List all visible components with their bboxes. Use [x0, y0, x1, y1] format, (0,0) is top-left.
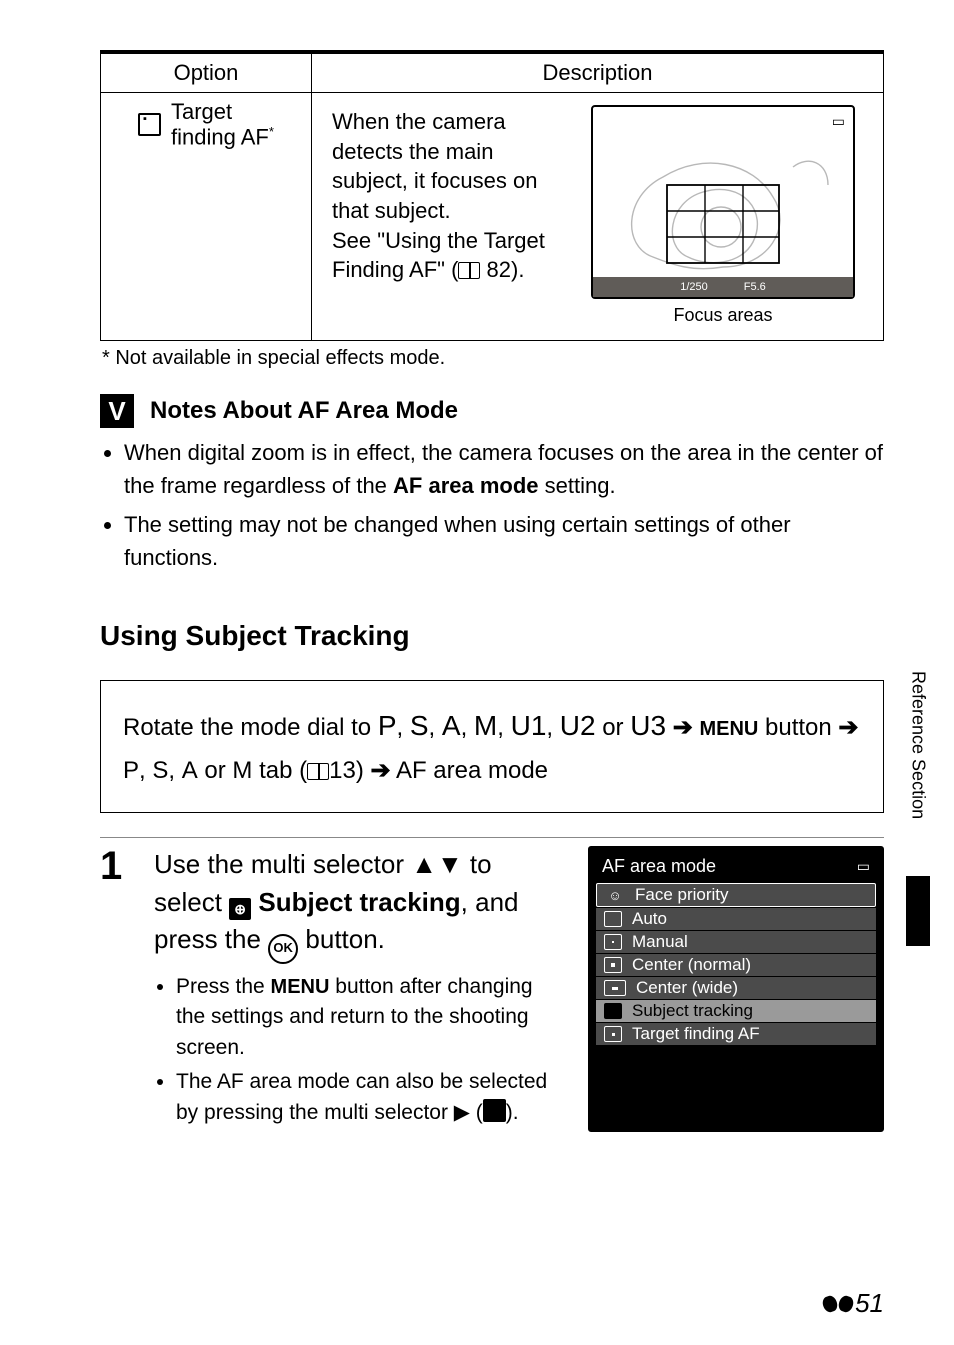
menu-item-label: Center (wide)	[636, 978, 738, 998]
af-area-mode-menu: AF area mode ▭ ☺Face priorityAuto Manual C…	[588, 846, 884, 1132]
col-description: Description	[312, 52, 884, 93]
lcd-illustration: ▭	[591, 105, 855, 299]
shutter-value: 1/250	[680, 281, 708, 293]
menu-item-label: Face priority	[635, 885, 729, 905]
page-ornament-icon	[839, 1293, 855, 1315]
book-icon	[458, 262, 480, 279]
option-label-1: Target	[171, 99, 232, 124]
arrow-icon: ➔	[673, 714, 700, 741]
desc-line1: When the camera detects the main subject…	[332, 109, 537, 223]
desc-line2b: 82).	[480, 257, 524, 282]
ok-button-icon: OK	[268, 934, 298, 964]
sd-card-icon: ▭	[857, 858, 870, 875]
option-label-2: finding AF	[171, 125, 269, 150]
arrow-icon: ➔	[371, 757, 391, 784]
book-icon	[307, 763, 329, 780]
notes-title: Notes About AF Area Mode	[150, 397, 458, 425]
menu-item-label: Manual	[632, 932, 688, 952]
notes-list: When digital zoom is in effect, the came…	[100, 436, 884, 574]
navigation-box: Rotate the mode dial to P, S, A, M, U1, …	[100, 680, 884, 813]
sd-card-icon: ▭	[832, 113, 845, 130]
menu-item-label: Target finding AF	[632, 1024, 760, 1044]
menu-item[interactable]: ☺Face priority	[596, 883, 876, 907]
menu-panel-title: AF area mode	[602, 856, 716, 877]
subject-tracking-icon: ⊕	[229, 898, 251, 920]
up-down-icon: ▲▼	[411, 849, 462, 879]
menu-item-label: Center (normal)	[632, 955, 751, 975]
section-tab-marker	[906, 876, 930, 946]
menu-item[interactable]: Manual	[596, 931, 876, 953]
col-option: Option	[101, 52, 312, 93]
subject-tracking-heading: Using Subject Tracking	[100, 620, 884, 652]
step-bullet: The AF area mode can also be selected by…	[176, 1067, 564, 1128]
af-target-icon	[483, 1099, 506, 1122]
page-ornament-icon	[823, 1293, 839, 1315]
step-1: 1 Use the multi selector ▲▼ to select ⊕ …	[100, 837, 884, 1132]
menu-item-label: Auto	[632, 909, 667, 929]
note-item: The setting may not be changed when usin…	[124, 508, 884, 574]
fstop-value: F5.6	[744, 281, 766, 293]
caution-icon: V	[100, 394, 134, 428]
menu-item[interactable]: Center (wide)	[596, 977, 876, 999]
option-cell: Target finding AF*	[101, 93, 312, 341]
menu-item[interactable]: Target finding AF	[596, 1023, 876, 1045]
note-item: When digital zoom is in effect, the came…	[124, 436, 884, 502]
af-option-table: Option Description Target finding AF*	[100, 50, 884, 341]
description-cell: When the camera detects the main subject…	[312, 93, 884, 341]
step-bullet: Press the MENU button after changing the…	[176, 972, 564, 1063]
menu-item[interactable]: Center (normal)	[596, 954, 876, 976]
menu-item[interactable]: Auto	[596, 908, 876, 930]
right-icon: ▶	[454, 1101, 470, 1124]
target-finding-icon	[138, 113, 161, 136]
footnote: * Not available in special effects mode.	[102, 347, 884, 370]
section-tab: Reference Section	[906, 620, 930, 870]
menu-item[interactable]: ⊕Subject tracking	[596, 1000, 876, 1022]
option-sup: *	[269, 124, 274, 139]
focus-areas-caption: Focus areas	[583, 305, 863, 326]
menu-item-label: Subject tracking	[632, 1001, 753, 1021]
page-number: 51	[823, 1288, 884, 1319]
step-number: 1	[100, 846, 130, 1132]
arrow-icon: ➔	[838, 714, 858, 741]
menu-label: MENU	[699, 718, 758, 740]
